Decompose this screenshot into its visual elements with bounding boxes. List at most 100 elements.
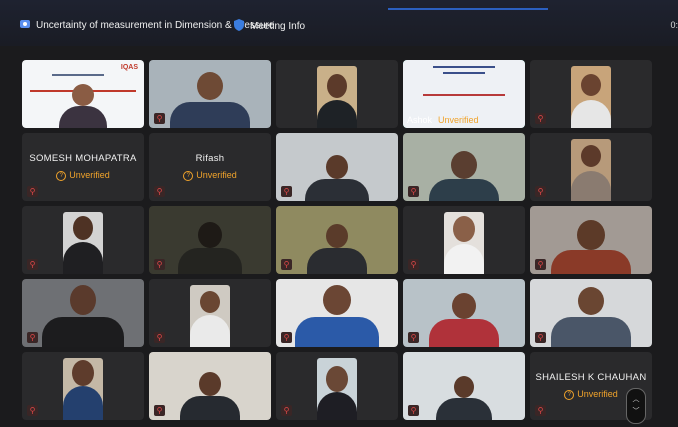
- participant-video-head: [199, 372, 221, 396]
- titlebar-accent-line: [388, 8, 548, 10]
- participant-tile[interactable]: ⚲: [530, 60, 652, 128]
- participant-tile[interactable]: ⚲: [149, 352, 271, 420]
- shield-icon: [234, 19, 244, 34]
- mic-muted-icon: ⚲: [154, 332, 165, 343]
- participant-name: Rifash: [195, 153, 225, 164]
- meeting-info-label: Meeting Info: [250, 21, 306, 32]
- participant-tile[interactable]: ⚲: [149, 60, 271, 128]
- mic-muted-icon: ⚲: [27, 186, 38, 197]
- participant-video-head: [453, 216, 475, 242]
- participant-video-body: [295, 317, 379, 347]
- meeting-info-button[interactable]: Meeting Info: [234, 19, 305, 34]
- mic-muted-icon: ⚲: [154, 259, 165, 270]
- participant-tile[interactable]: ⚲: [530, 206, 652, 274]
- unverified-icon: ?: [56, 170, 67, 181]
- chevron-up-icon[interactable]: ︿: [633, 394, 640, 406]
- participant-video-body: [429, 319, 499, 347]
- participant-video-head: [73, 216, 93, 240]
- unverified-label: Unverified: [196, 170, 237, 180]
- participant-tile[interactable]: ⚲: [403, 352, 525, 420]
- participant-video-body: [436, 398, 492, 420]
- participant-video-head: [200, 291, 220, 313]
- unverified-icon: ?: [183, 170, 194, 181]
- participant-video-head: [323, 285, 351, 315]
- participant-video-head: [452, 293, 476, 319]
- mic-muted-icon: ⚲: [154, 113, 165, 124]
- participant-video-body: [180, 396, 240, 420]
- participant-video-body: [63, 386, 103, 420]
- participant-tile[interactable]: ⚲: [276, 279, 398, 347]
- participant-video-body: [42, 317, 124, 347]
- mic-muted-icon: ⚲: [281, 332, 292, 343]
- participant-grid: IQAS ⚲ Ashok Unverified ⚲ SOMESH MOHAPAT…: [22, 60, 652, 420]
- mic-muted-icon: ⚲: [281, 186, 292, 197]
- participant-tile[interactable]: ⚲: [22, 279, 144, 347]
- participant-tile-presenter[interactable]: IQAS: [22, 60, 144, 128]
- participant-video-head: [578, 287, 604, 315]
- unverified-label: Unverified: [69, 170, 110, 180]
- participant-video-head: [326, 224, 348, 248]
- slide-line: [52, 74, 104, 76]
- participant-video-body: [170, 102, 250, 128]
- participant-tile[interactable]: ⚲: [22, 352, 144, 420]
- participant-name: SOMESH MOHAPATRA: [29, 153, 137, 164]
- mic-muted-icon: ⚲: [535, 113, 546, 124]
- meeting-titlebar: Uncertainty of measurement in Dimension …: [0, 0, 678, 46]
- chevron-down-icon[interactable]: ﹀: [633, 406, 640, 418]
- mic-muted-icon: ⚲: [535, 186, 546, 197]
- mic-muted-icon: ⚲: [535, 405, 546, 416]
- participant-video-head: [72, 360, 94, 386]
- participant-tile[interactable]: ⚲: [530, 133, 652, 201]
- mic-muted-icon: ⚲: [535, 332, 546, 343]
- participant-tile[interactable]: ⚲: [403, 279, 525, 347]
- participant-tile[interactable]: ⚲: [22, 206, 144, 274]
- participant-video-head: [451, 151, 477, 179]
- participant-tile-ashok[interactable]: Ashok Unverified: [403, 60, 525, 128]
- mic-muted-icon: ⚲: [408, 405, 419, 416]
- unverified-label: Unverified: [438, 115, 479, 125]
- iqas-logo: IQAS: [120, 64, 138, 71]
- participant-tile[interactable]: ⚲: [276, 352, 398, 420]
- participant-tile[interactable]: ⚲: [276, 133, 398, 201]
- participant-video-body: [307, 248, 367, 274]
- mic-muted-icon: ⚲: [408, 186, 419, 197]
- participant-video-body: [63, 242, 103, 274]
- mic-muted-icon: ⚲: [408, 259, 419, 270]
- participant-tile[interactable]: ⚲: [403, 133, 525, 201]
- mic-muted-icon: ⚲: [281, 259, 292, 270]
- participant-name: SHAILESH K CHAUHAN: [535, 372, 647, 383]
- participant-video-body: [190, 315, 230, 347]
- slide-line: [433, 66, 495, 68]
- participant-video-head: [577, 220, 605, 250]
- participant-tile-rifash[interactable]: Rifash ? Unverified ⚲: [149, 133, 271, 201]
- participant-video-head: [454, 376, 474, 398]
- meeting-timer-partial: 0:: [670, 20, 678, 30]
- mic-muted-icon: ⚲: [535, 259, 546, 270]
- participant-video-head: [197, 72, 223, 100]
- participant-video-head: [70, 285, 96, 315]
- participant-video-body: [551, 317, 631, 347]
- participant-tile[interactable]: ⚲: [403, 206, 525, 274]
- unverified-label: Unverified: [577, 389, 618, 399]
- participant-video-body: [178, 248, 242, 274]
- mic-muted-icon: ⚲: [27, 405, 38, 416]
- mic-muted-icon: ⚲: [154, 405, 165, 416]
- participant-tile-somesh[interactable]: SOMESH MOHAPATRA ? Unverified ⚲: [22, 133, 144, 201]
- participant-tile[interactable]: [276, 60, 398, 128]
- grid-scroll-control[interactable]: ︿ ﹀: [626, 388, 646, 424]
- participant-video-head: [327, 74, 347, 98]
- participant-tile[interactable]: ⚲: [530, 279, 652, 347]
- mic-muted-icon: ⚲: [154, 186, 165, 197]
- unverified-status: ? Unverified: [149, 170, 271, 181]
- slide-line: [443, 72, 485, 74]
- participant-tile[interactable]: ⚲: [149, 206, 271, 274]
- participant-video-head: [581, 145, 601, 167]
- participant-video-body: [551, 250, 631, 274]
- participant-name: Ashok: [407, 115, 433, 125]
- mic-muted-icon: ⚲: [281, 405, 292, 416]
- participant-tile[interactable]: ⚲: [276, 206, 398, 274]
- participant-name-overlay: Ashok Unverified: [407, 115, 479, 125]
- teams-icon: [20, 19, 30, 32]
- participant-tile[interactable]: ⚲: [149, 279, 271, 347]
- mic-muted-icon: ⚲: [27, 332, 38, 343]
